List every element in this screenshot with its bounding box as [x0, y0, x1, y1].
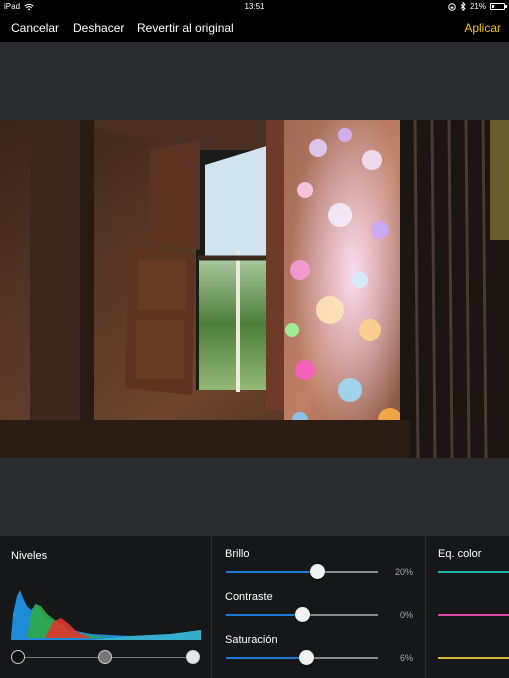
brightness-slider[interactable]	[226, 571, 378, 573]
contrast-label: Contraste	[225, 591, 273, 603]
saturation-label: Saturación	[225, 634, 278, 646]
levels-midtone-handle[interactable]	[98, 650, 112, 664]
levels-histogram	[11, 584, 201, 645]
levels-black-point-handle[interactable]	[11, 650, 25, 664]
panel-divider	[211, 536, 212, 678]
rotation-lock-icon	[448, 2, 456, 11]
saturation-slider-thumb[interactable]	[299, 650, 315, 665]
brightness-slider-thumb[interactable]	[309, 564, 325, 579]
levels-title: Niveles	[11, 550, 48, 562]
contrast-slider-fill	[226, 614, 302, 616]
status-time: 13:51	[244, 2, 265, 11]
adjustments-panel: Niveles Brillo 20% Contraste 0% Saturaci…	[0, 536, 509, 678]
revert-to-original-button[interactable]: Revertir al original	[137, 21, 234, 35]
color-eq-title: Eq. color	[438, 548, 482, 560]
contrast-slider-thumb[interactable]	[294, 607, 310, 622]
photo-canvas[interactable]	[0, 42, 509, 536]
color-eq-line[interactable]	[438, 571, 509, 573]
battery-percent: 21%	[469, 2, 486, 11]
panel-divider	[425, 536, 426, 678]
saturation-value: 6%	[399, 653, 413, 663]
undo-button[interactable]: Deshacer	[73, 21, 124, 35]
contrast-value: 0%	[399, 610, 413, 620]
saturation-slider-fill	[226, 657, 307, 659]
brightness-slider-fill	[226, 571, 318, 573]
brightness-label: Brillo	[225, 548, 250, 560]
top-toolbar: Cancelar Deshacer Revertir al original A…	[0, 14, 509, 42]
edited-photo[interactable]	[0, 120, 509, 458]
color-eq-line[interactable]	[438, 614, 509, 616]
status-bar: iPad 13:51 21%	[0, 0, 509, 14]
apply-button[interactable]: Aplicar	[464, 21, 501, 35]
battery-icon	[490, 3, 507, 10]
color-eq-line[interactable]	[438, 657, 509, 659]
brightness-value: 20%	[394, 567, 413, 577]
levels-white-point-handle[interactable]	[186, 650, 200, 664]
bluetooth-icon	[460, 2, 466, 11]
cancel-button[interactable]: Cancelar	[11, 21, 59, 35]
